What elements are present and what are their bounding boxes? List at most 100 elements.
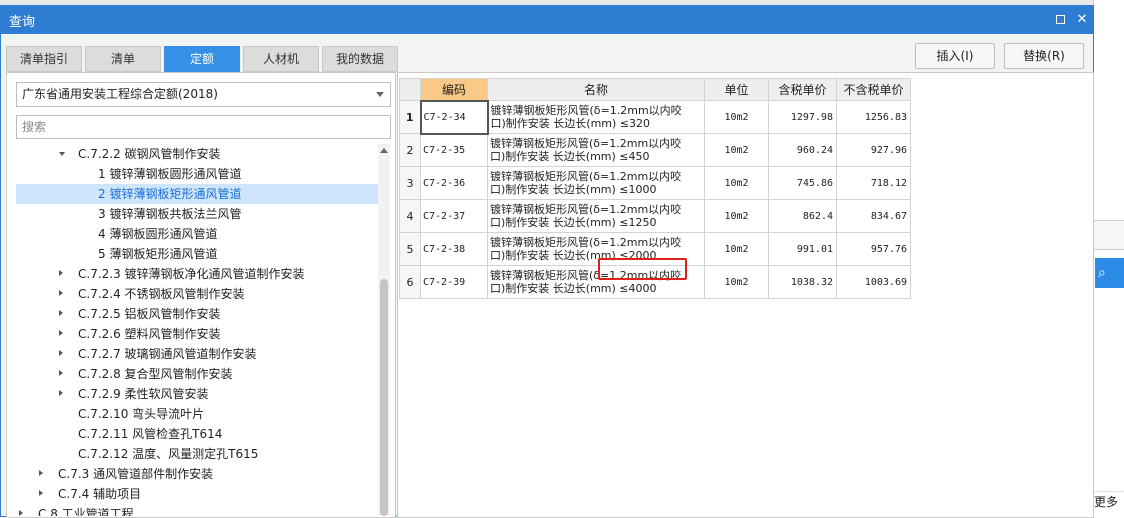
expand-arrow-icon[interactable]	[59, 330, 63, 336]
name-cell[interactable]: 镀锌薄钢板矩形风管(δ=1.2mm以内咬 口)制作安装 长边长(mm) ≤2000	[487, 232, 705, 266]
tree-node[interactable]: C.7.2.4 不锈钢板风管制作安装	[16, 284, 378, 304]
maximize-icon[interactable]	[1049, 9, 1071, 31]
expand-arrow-icon[interactable]	[59, 290, 63, 296]
tree-node[interactable]: C.7.2.2 碳钢风管制作安装	[16, 144, 378, 164]
tree-node-label: 5 薄钢板矩形通风管道	[98, 247, 218, 261]
replace-button[interactable]: 替换(R)	[1004, 43, 1084, 69]
scroll-up-icon[interactable]	[380, 148, 388, 153]
unit-cell[interactable]: 10m2	[704, 199, 769, 233]
tax-price-cell[interactable]: 1297.98	[768, 100, 837, 134]
table-row[interactable]: 6 C7-2-39 镀锌薄钢板矩形风管(δ=1.2mm以内咬 口)制作安装 长边长(m…	[399, 265, 911, 299]
column-header-tax-price[interactable]: 含税单价	[768, 78, 837, 101]
tree-node[interactable]: C.7.2.5 铝板风管制作安装	[16, 304, 378, 324]
quota-library-select[interactable]: 广东省通用安装工程综合定额(2018)	[16, 82, 391, 107]
tree-node[interactable]: C.7.2.10 弯头导流叶片	[16, 404, 378, 424]
column-header-code[interactable]: 编码	[420, 78, 488, 101]
tab-labor-material-machine[interactable]: 人材机	[243, 46, 319, 72]
tree-node-label: 4 薄钢板圆形通风管道	[98, 227, 218, 241]
search-input[interactable]	[16, 115, 391, 139]
background-search-button[interactable]: ⌕	[1095, 258, 1124, 288]
row-number[interactable]: 4	[399, 199, 421, 233]
column-header-unit[interactable]: 单位	[704, 78, 769, 101]
expand-arrow-icon[interactable]	[59, 350, 63, 356]
tree-node[interactable]: C.7.4 辅助项目	[16, 484, 378, 504]
tree-node[interactable]: C.7.2.6 塑料风管制作安装	[16, 324, 378, 344]
row-number[interactable]: 6	[399, 265, 421, 299]
expand-arrow-icon[interactable]	[39, 470, 43, 476]
background-more-button[interactable]: 更多	[1094, 491, 1124, 511]
unit-cell[interactable]: 10m2	[704, 265, 769, 299]
tax-price-cell[interactable]: 991.01	[768, 232, 837, 266]
tree-node[interactable]: C.7.2.3 镀锌薄钢板净化通风管道制作安装	[16, 264, 378, 284]
code-cell[interactable]: C7-2-35	[420, 133, 488, 167]
table-row[interactable]: 2 C7-2-35 镀锌薄钢板矩形风管(δ=1.2mm以内咬 口)制作安装 长边长(m…	[399, 133, 911, 167]
scroll-thumb[interactable]	[380, 279, 388, 516]
tax-price-cell[interactable]: 745.86	[768, 166, 837, 200]
name-cell[interactable]: 镀锌薄钢板矩形风管(δ=1.2mm以内咬 口)制作安装 长边长(mm) ≤320	[487, 100, 705, 134]
table-row[interactable]: 3 C7-2-36 镀锌薄钢板矩形风管(δ=1.2mm以内咬 口)制作安装 长边长(m…	[399, 166, 911, 200]
tab-quota[interactable]: 定额	[164, 46, 240, 72]
code-cell[interactable]: C7-2-38	[420, 232, 488, 266]
unit-cell[interactable]: 10m2	[704, 166, 769, 200]
tree-node[interactable]: C.7.2.11 风管检查孔T614	[16, 424, 378, 444]
tree-node[interactable]: C.7.2.7 玻璃钢通风管道制作安装	[16, 344, 378, 364]
notax-price-cell[interactable]: 957.76	[836, 232, 911, 266]
unit-cell[interactable]: 10m2	[704, 133, 769, 167]
tree-node-label: 2 镀锌薄钢板矩形通风管道	[98, 187, 242, 201]
insert-button[interactable]: 插入(I)	[915, 43, 995, 69]
tree-node[interactable]: 4 薄钢板圆形通风管道	[16, 224, 378, 244]
expand-arrow-icon[interactable]	[59, 390, 63, 396]
tab-bar: 清单指引 清单 定额 人材机 我的数据	[6, 46, 401, 72]
name-cell[interactable]: 镀锌薄钢板矩形风管(δ=1.2mm以内咬 口)制作安装 长边长(mm) ≤450	[487, 133, 705, 167]
tree-node[interactable]: C.7.2.8 复合型风管制作安装	[16, 364, 378, 384]
tree-node[interactable]: 5 薄钢板矩形通风管道	[16, 244, 378, 264]
code-cell[interactable]: C7-2-37	[420, 199, 488, 233]
tab-bill-guide[interactable]: 清单指引	[6, 46, 82, 72]
tree-node[interactable]: 2 镀锌薄钢板矩形通风管道	[16, 184, 378, 204]
quota-tree-panel: 广东省通用安装工程综合定额(2018) C.7.2.2 碳钢风管制作安装 1 镀锌…	[6, 72, 396, 518]
name-cell[interactable]: 镀锌薄钢板矩形风管(δ=1.2mm以内咬 口)制作安装 长边长(mm) ≤1250	[487, 199, 705, 233]
notax-price-cell[interactable]: 1003.69	[836, 265, 911, 299]
tree-node[interactable]: C.7.3 通风管道部件制作安装	[16, 464, 378, 484]
unit-cell[interactable]: 10m2	[704, 100, 769, 134]
tree-node[interactable]: C.7.2.12 温度、风量测定孔T615	[16, 444, 378, 464]
row-number[interactable]: 3	[399, 166, 421, 200]
row-number[interactable]: 2	[399, 133, 421, 167]
table-row[interactable]: 5 C7-2-38 镀锌薄钢板矩形风管(δ=1.2mm以内咬 口)制作安装 长边长(m…	[399, 232, 911, 266]
tree-node[interactable]: 1 镀锌薄钢板圆形通风管道	[16, 164, 378, 184]
code-cell[interactable]: C7-2-34	[419, 99, 489, 135]
expand-arrow-icon[interactable]	[39, 490, 43, 496]
collapse-arrow-icon[interactable]	[59, 152, 65, 156]
code-cell[interactable]: C7-2-39	[420, 265, 488, 299]
expand-arrow-icon[interactable]	[59, 270, 63, 276]
tax-price-cell[interactable]: 1038.32	[768, 265, 837, 299]
notax-price-cell[interactable]: 927.96	[836, 133, 911, 167]
tree-node[interactable]: C.8 工业管道工程	[16, 504, 378, 516]
tree-scrollbar[interactable]	[378, 144, 390, 516]
row-number[interactable]: 1	[399, 100, 421, 134]
name-line-2: 口)制作安装 长边长(mm) ≤1000	[490, 183, 657, 196]
tab-bill[interactable]: 清单	[85, 46, 161, 72]
name-cell[interactable]: 镀锌薄钢板矩形风管(δ=1.2mm以内咬 口)制作安装 长边长(mm) ≤1000	[487, 166, 705, 200]
row-number[interactable]: 5	[399, 232, 421, 266]
notax-price-cell[interactable]: 718.12	[836, 166, 911, 200]
table-row[interactable]: 4 C7-2-37 镀锌薄钢板矩形风管(δ=1.2mm以内咬 口)制作安装 长边长(m…	[399, 199, 911, 233]
close-icon[interactable]: ✕	[1071, 9, 1093, 31]
notax-price-cell[interactable]: 834.67	[836, 199, 911, 233]
code-cell[interactable]: C7-2-36	[420, 166, 488, 200]
column-header-name[interactable]: 名称	[487, 78, 705, 101]
expand-arrow-icon[interactable]	[59, 310, 63, 316]
tax-price-cell[interactable]: 960.24	[768, 133, 837, 167]
tree-node[interactable]: 3 镀锌薄钢板共板法兰风管	[16, 204, 378, 224]
tax-price-cell[interactable]: 862.4	[768, 199, 837, 233]
tab-my-data[interactable]: 我的数据	[322, 46, 398, 72]
table-row[interactable]: 1 C7-2-34 镀锌薄钢板矩形风管(δ=1.2mm以内咬 口)制作安装 长边长(m…	[399, 99, 911, 135]
name-cell[interactable]: 镀锌薄钢板矩形风管(δ=1.2mm以内咬 口)制作安装 长边长(mm) ≤4000	[487, 265, 705, 299]
tree-node-label: C.7.2.6 塑料风管制作安装	[78, 327, 221, 341]
unit-cell[interactable]: 10m2	[704, 232, 769, 266]
column-header-notax-price[interactable]: 不含税单价	[836, 78, 911, 101]
expand-arrow-icon[interactable]	[19, 510, 23, 516]
tree-node[interactable]: C.7.2.9 柔性软风管安装	[16, 384, 378, 404]
expand-arrow-icon[interactable]	[59, 370, 63, 376]
notax-price-cell[interactable]: 1256.83	[836, 100, 911, 134]
